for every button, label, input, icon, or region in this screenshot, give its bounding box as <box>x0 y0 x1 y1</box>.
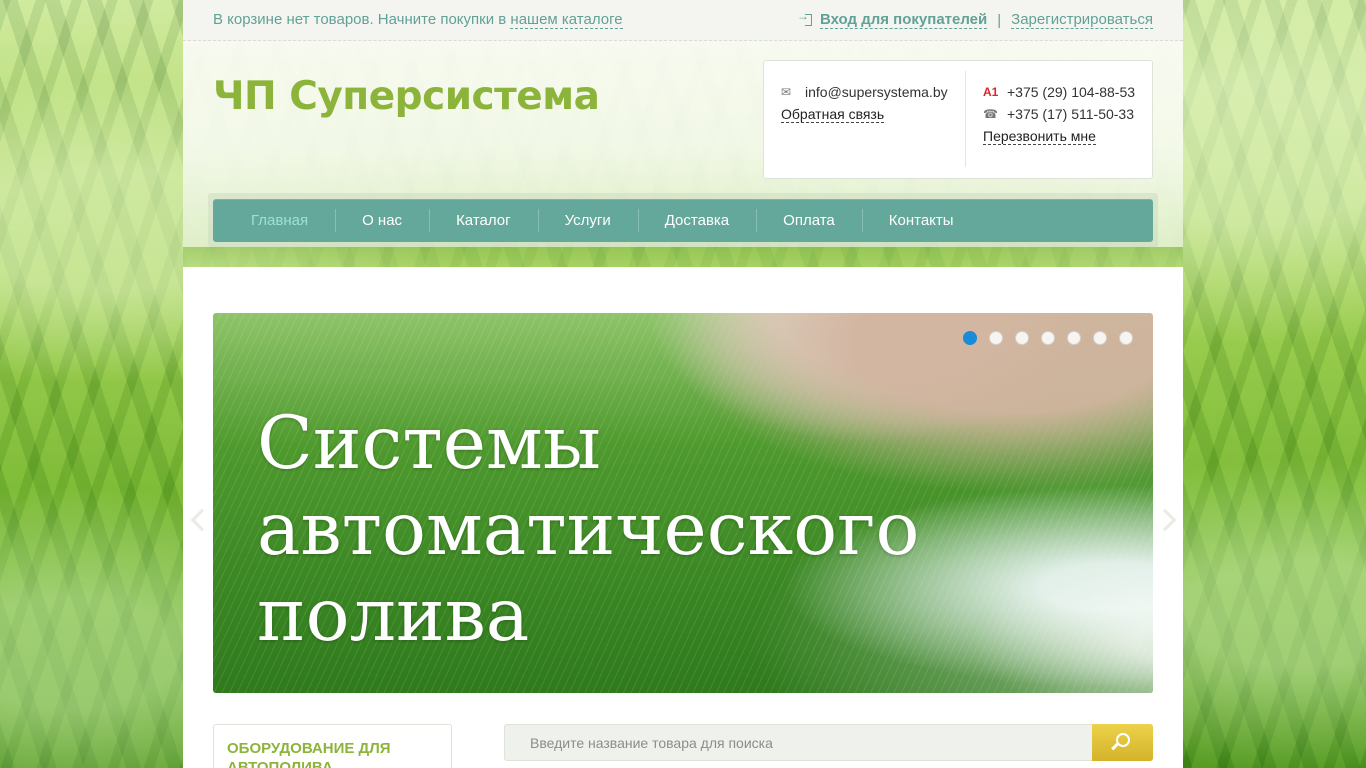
site-logo[interactable]: ЧП Суперсистема <box>213 74 600 119</box>
account-links: Вход для покупателей | Зарегистрироватьс… <box>797 9 1153 29</box>
email-row: ✉ info@supersystema.by <box>781 81 948 103</box>
telephone-icon: ☎ <box>983 107 998 121</box>
nav-item-contacts[interactable]: Контакты <box>861 199 981 242</box>
contacts-divider <box>965 71 966 167</box>
catalog-link[interactable]: нашем каталоге <box>510 11 623 29</box>
slider-dot-2[interactable] <box>989 331 1003 345</box>
nav-item-home[interactable]: Главная <box>213 199 335 242</box>
feedback-row: Обратная связь <box>781 103 948 125</box>
login-link[interactable]: Вход для покупателей <box>819 11 988 29</box>
slider-next-arrow[interactable] <box>1153 503 1177 537</box>
mobile-phone-number: +375 (29) 104-88-53 <box>1007 84 1136 100</box>
slider-dot-4[interactable] <box>1041 331 1055 345</box>
search-bar <box>504 724 1153 761</box>
sidebar-category-box: ОБОРУДОВАНИЕ ДЛЯ АВТОПОЛИВА <box>213 724 452 768</box>
cart-status: В корзине нет товаров. Начните покупки в… <box>213 11 623 29</box>
nav-item-about[interactable]: О нас <box>335 199 429 242</box>
slider-pagination <box>963 331 1133 345</box>
slider-dot-6[interactable] <box>1093 331 1107 345</box>
mobile-phone-row: A1 +375 (29) 104-88-53 <box>983 81 1135 103</box>
landline-phone-number: +375 (17) 511-50-33 <box>1007 106 1134 122</box>
slider-dot-5[interactable] <box>1067 331 1081 345</box>
search-icon <box>1116 733 1130 747</box>
slider-headline-line-1: Системы <box>257 401 601 486</box>
register-link[interactable]: Зарегистрироваться <box>1011 11 1153 29</box>
slider-headline-line-2: автоматического <box>257 487 920 572</box>
sidebar-category-title[interactable]: ОБОРУДОВАНИЕ ДЛЯ АВТОПОЛИВА <box>227 739 437 768</box>
search-button[interactable] <box>1092 724 1153 761</box>
callback-row: Перезвонить мне <box>983 125 1135 147</box>
landline-phone-row: ☎ +375 (17) 511-50-33 <box>983 103 1135 125</box>
feedback-link[interactable]: Обратная связь <box>781 106 885 123</box>
hero-slider[interactable]: Системы автоматического полива <box>213 313 1153 693</box>
slider-prev-arrow[interactable] <box>188 503 214 537</box>
slider-headline: Системы автоматического полива <box>257 401 957 659</box>
nav-item-payment[interactable]: Оплата <box>756 199 862 242</box>
search-input[interactable] <box>505 725 1093 760</box>
login-icon <box>797 9 812 26</box>
main-nav: Главная О нас Каталог Услуги Доставка Оп… <box>213 199 1153 242</box>
envelope-icon: ✉ <box>781 85 792 99</box>
nav-item-delivery[interactable]: Доставка <box>637 199 756 242</box>
nav-item-services[interactable]: Услуги <box>537 199 638 242</box>
login-link-label: Вход для покупателей <box>819 11 988 28</box>
contacts-phone-column: A1 +375 (29) 104-88-53 ☎ +375 (17) 511-5… <box>983 81 1135 147</box>
slider-dot-1[interactable] <box>963 331 977 345</box>
slider-headline-line-3: полива <box>257 573 530 658</box>
cart-status-text: В корзине нет товаров. Начните покупки в <box>213 11 507 28</box>
email-address[interactable]: info@supersystema.by <box>805 84 948 100</box>
header-bottom-strip <box>183 247 1183 267</box>
contacts-box: ✉ info@supersystema.by Обратная связь A1… <box>763 60 1153 179</box>
chevron-right-icon <box>1153 508 1177 532</box>
top-bar: В корзине нет товаров. Начните покупки в… <box>183 0 1183 41</box>
slider-dot-3[interactable] <box>1015 331 1029 345</box>
callback-link[interactable]: Перезвонить мне <box>983 128 1096 145</box>
contacts-email-column: ✉ info@supersystema.by Обратная связь <box>781 81 948 125</box>
slider-dot-7[interactable] <box>1119 331 1133 345</box>
mobile-operator-icon: A1 <box>983 85 999 99</box>
account-links-separator: | <box>997 11 1002 29</box>
nav-item-catalog[interactable]: Каталог <box>429 199 538 242</box>
